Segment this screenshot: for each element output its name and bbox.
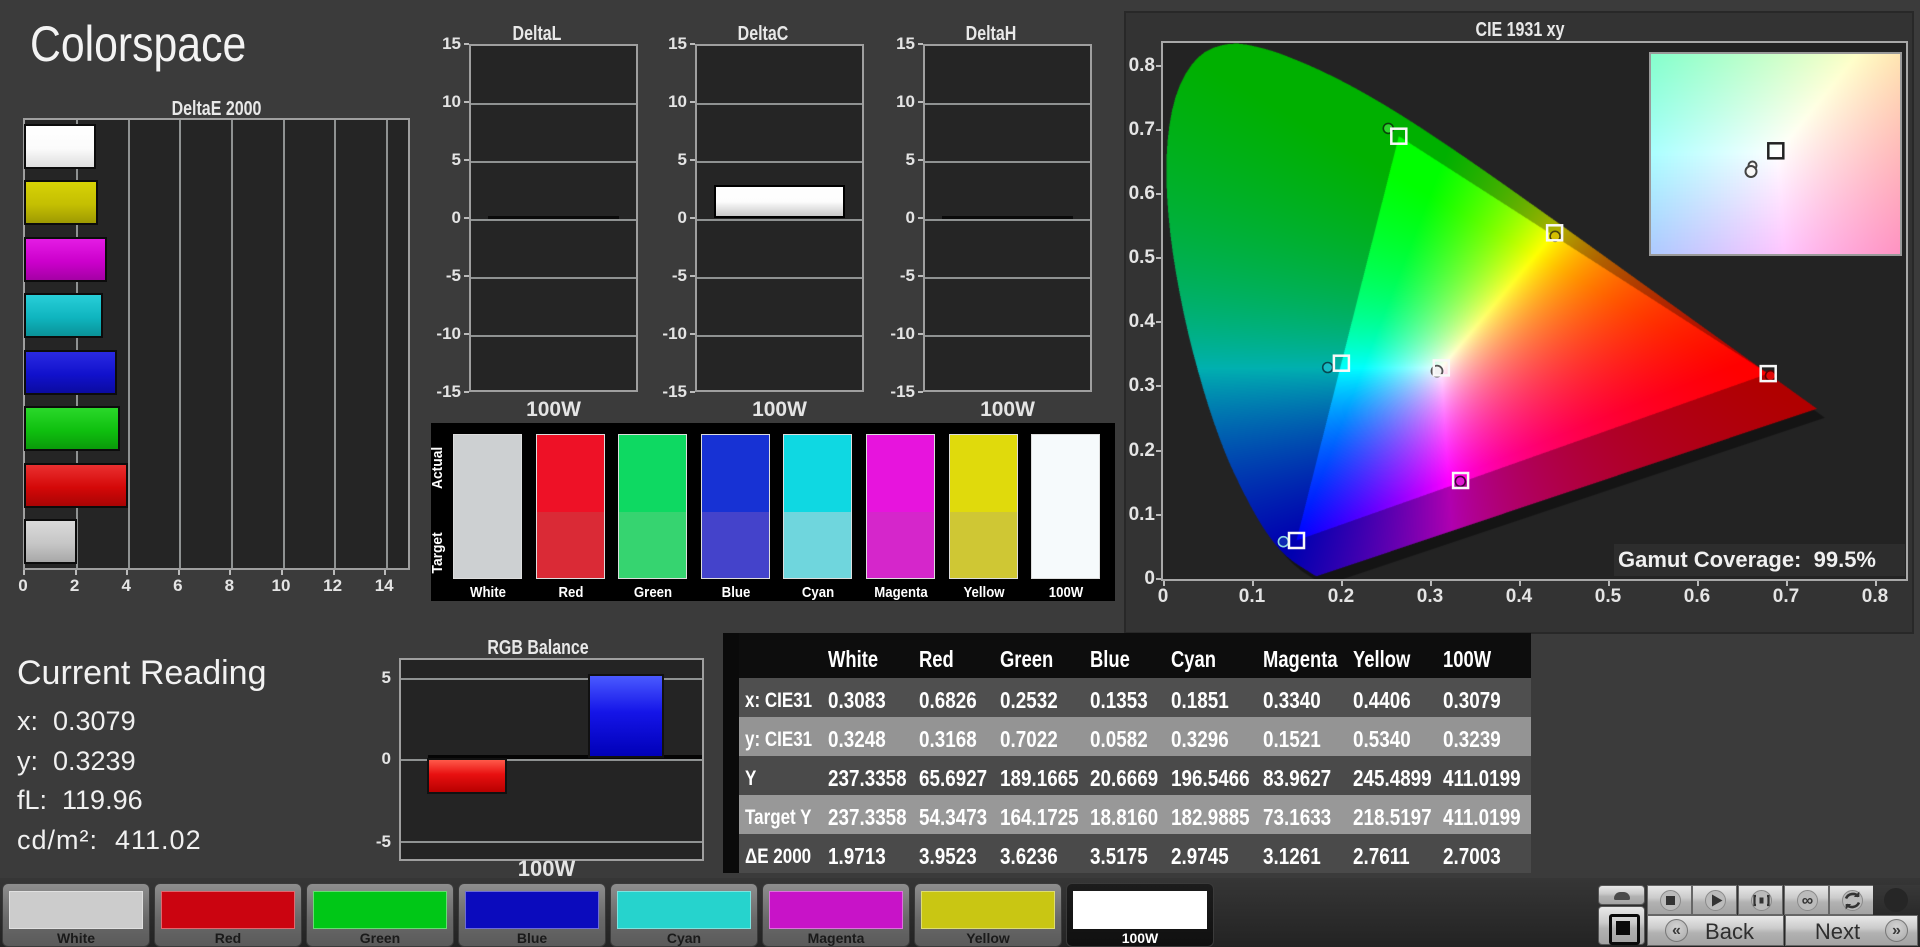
svg-text:∞: ∞ (1802, 893, 1813, 910)
